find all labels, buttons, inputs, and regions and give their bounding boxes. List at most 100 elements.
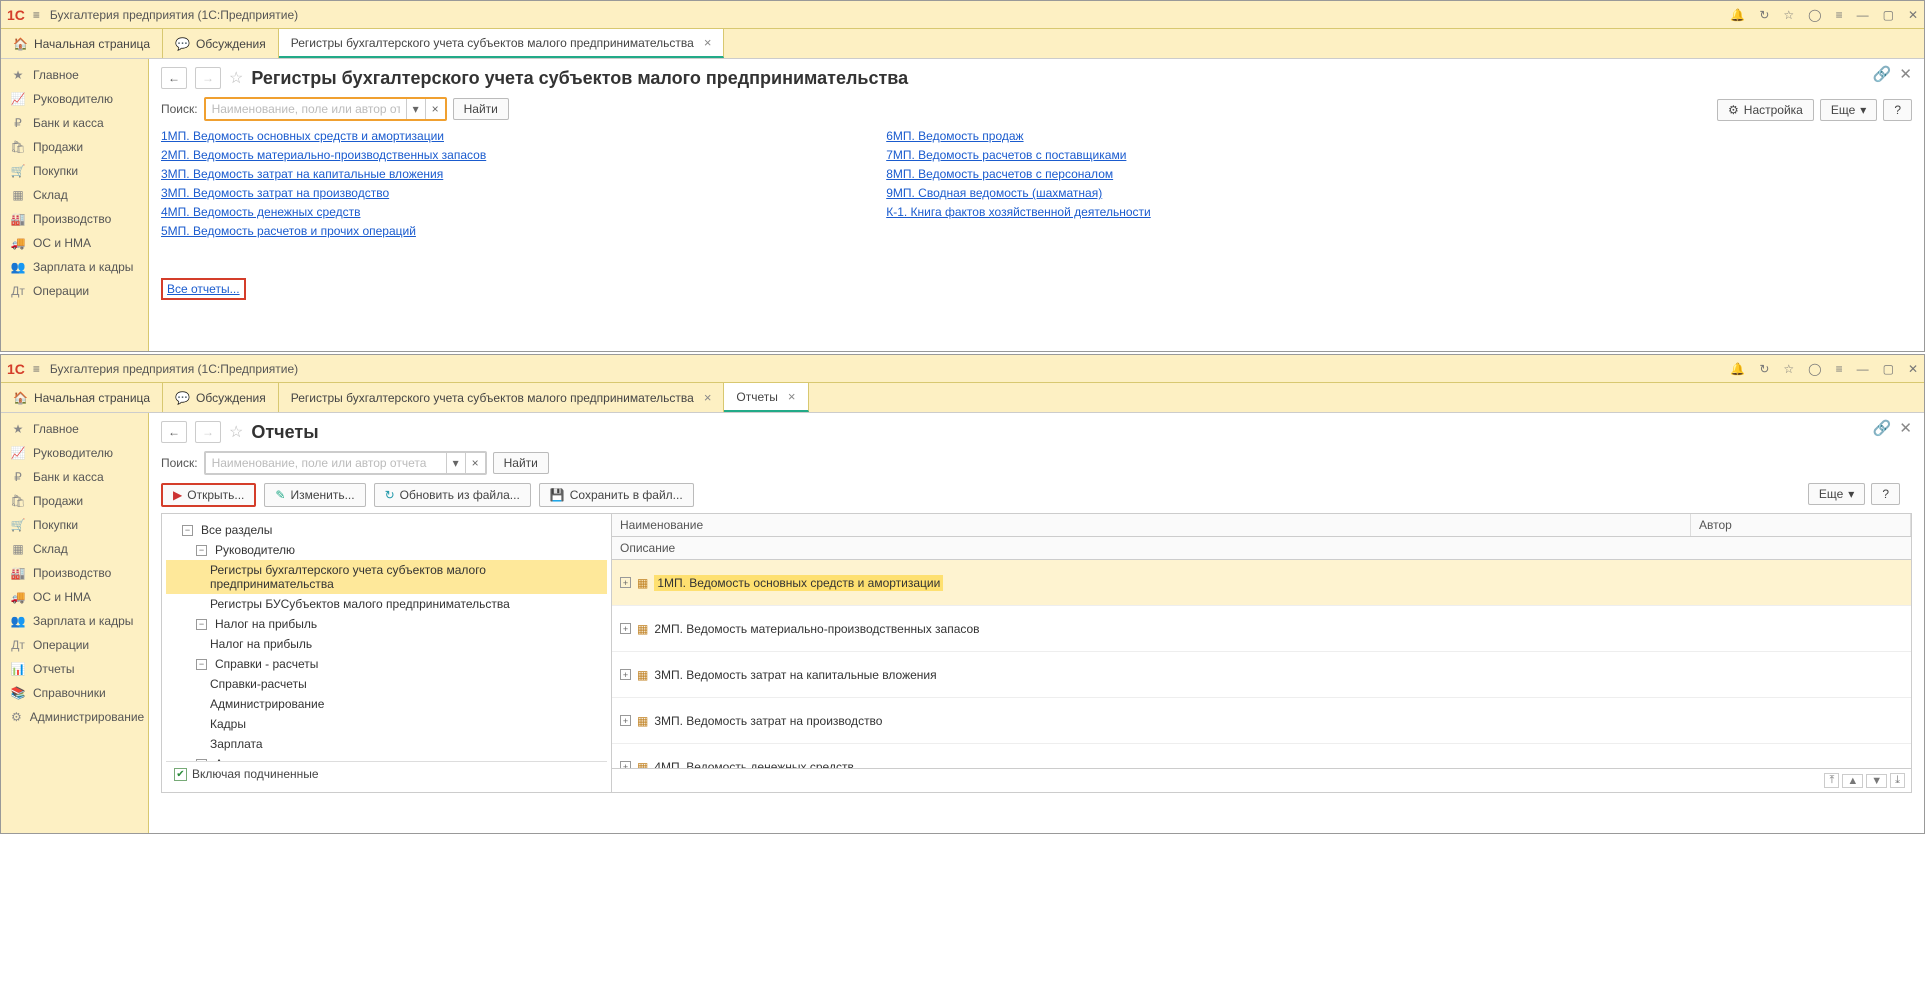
sidebar-item-stock[interactable]: ▦Склад [1, 537, 148, 561]
circle-icon[interactable]: ◯ [1808, 8, 1821, 22]
sidebar-item-salary[interactable]: 👥Зарплата и кадры [1, 609, 148, 633]
open-button[interactable]: ▶Открыть... [161, 483, 256, 507]
forward-button[interactable]: → [195, 421, 221, 443]
sidebar-item-dicts[interactable]: 📚Справочники [1, 681, 148, 705]
report-link[interactable]: 2МП. Ведомость материально-производствен… [161, 148, 486, 162]
col-name[interactable]: Наименование [612, 514, 1691, 536]
all-reports-link[interactable]: Все отчеты... [161, 278, 246, 300]
list-row[interactable]: + ▦ 3МП. Ведомость затрат на капитальные… [612, 652, 1911, 698]
maximize-icon[interactable]: ▢ [1883, 362, 1894, 376]
row-expand-icon[interactable]: + [620, 577, 631, 588]
help-button[interactable]: ? [1871, 483, 1900, 505]
report-link[interactable]: 9МП. Сводная ведомость (шахматная) [886, 186, 1151, 200]
sidebar-item-production[interactable]: 🏭Производство [1, 207, 148, 231]
hamburger-icon[interactable]: ≡ [33, 362, 40, 376]
tab-discussions[interactable]: 💬 Обсуждения [163, 29, 279, 58]
bell-icon[interactable]: 🔔 [1730, 8, 1745, 22]
sidebar-item-admin[interactable]: ⚙Администрирование [1, 705, 148, 729]
report-link[interactable]: К-1. Книга фактов хозяйственной деятельн… [886, 205, 1151, 219]
more-button[interactable]: Еще ▾ [1820, 99, 1877, 121]
row-expand-icon[interactable]: + [620, 715, 631, 726]
close-icon[interactable]: ✕ [1908, 362, 1918, 376]
sidebar-item-assets[interactable]: 🚚ОС и НМА [1, 585, 148, 609]
sidebar-item-main[interactable]: ★Главное [1, 417, 148, 441]
sidebar-item-salary[interactable]: 👥Зарплата и кадры [1, 255, 148, 279]
tree-node-registers[interactable]: Регистры бухгалтерского учета субъектов … [166, 560, 607, 594]
favorite-icon[interactable]: ☆ [229, 422, 243, 442]
close-icon[interactable]: ✕ [1908, 8, 1918, 22]
tab-home[interactable]: 🏠 Начальная страница [1, 29, 163, 58]
tab-registers[interactable]: Регистры бухгалтерского учета субъектов … [279, 383, 725, 412]
history-icon[interactable]: ↻ [1759, 8, 1769, 22]
settings-button[interactable]: ⚙Настройка [1717, 99, 1814, 121]
list-row[interactable]: + ▦ 1МП. Ведомость основных средств и ам… [612, 560, 1911, 606]
sidebar-item-stock[interactable]: ▦Склад [1, 183, 148, 207]
report-link[interactable]: 7МП. Ведомость расчетов с поставщиками [886, 148, 1151, 162]
page-close-icon[interactable]: ✕ [1899, 419, 1912, 437]
back-button[interactable]: ← [161, 421, 187, 443]
find-button[interactable]: Найти [453, 98, 509, 120]
minimize-icon[interactable]: — [1857, 362, 1869, 376]
lines-icon[interactable]: ≡ [1836, 362, 1843, 376]
tree-node-admin2[interactable]: +Администрирование [166, 754, 607, 761]
tab-close-icon[interactable]: × [704, 390, 712, 405]
list-row[interactable]: + ▦ 3МП. Ведомость затрат на производств… [612, 698, 1911, 744]
sidebar-item-manager[interactable]: 📈Руководителю [1, 87, 148, 111]
tree-node-pay[interactable]: Зарплата [166, 734, 607, 754]
list-row[interactable]: + ▦ 2МП. Ведомость материально-производс… [612, 606, 1911, 652]
tree-node-admin1[interactable]: Администрирование [166, 694, 607, 714]
sidebar-item-sales[interactable]: 🛍Продажи [1, 489, 148, 513]
tree-node-tax2[interactable]: Налог на прибыль [166, 634, 607, 654]
circle-icon[interactable]: ◯ [1808, 362, 1821, 376]
page-close-icon[interactable]: ✕ [1899, 65, 1912, 83]
tree-collapse-icon[interactable]: − [196, 619, 207, 630]
sidebar-item-purchases[interactable]: 🛒Покупки [1, 159, 148, 183]
star-icon[interactable]: ☆ [1783, 8, 1794, 22]
save-button[interactable]: 💾Сохранить в файл... [539, 483, 694, 507]
tree-collapse-icon[interactable]: − [196, 545, 207, 556]
forward-button[interactable]: → [195, 67, 221, 89]
sidebar-item-sales[interactable]: 🛍Продажи [1, 135, 148, 159]
tab-home[interactable]: 🏠 Начальная страница [1, 383, 163, 412]
tree-root[interactable]: −Все разделы [166, 520, 607, 540]
tab-close-icon[interactable]: × [704, 35, 712, 50]
tree-collapse-icon[interactable]: − [196, 659, 207, 670]
lines-icon[interactable]: ≡ [1836, 8, 1843, 22]
col-author[interactable]: Автор [1691, 514, 1911, 536]
report-link[interactable]: 3МП. Ведомость затрат на производство [161, 186, 486, 200]
hamburger-icon[interactable]: ≡ [33, 8, 40, 22]
tab-reports[interactable]: Отчеты × [724, 383, 808, 412]
tab-discussions[interactable]: 💬 Обсуждения [163, 383, 279, 412]
scroll-bottom-icon[interactable]: ⤓ [1890, 773, 1905, 788]
sidebar-item-manager[interactable]: 📈Руководителю [1, 441, 148, 465]
sidebar-item-main[interactable]: ★Главное [1, 63, 148, 87]
search-clear-icon[interactable]: × [425, 99, 445, 119]
star-icon[interactable]: ☆ [1783, 362, 1794, 376]
scroll-down-icon[interactable]: ▼ [1866, 774, 1887, 788]
tab-close-icon[interactable]: × [788, 389, 796, 404]
link-icon[interactable]: 🔗 [1873, 65, 1892, 83]
row-expand-icon[interactable]: + [620, 623, 631, 634]
scroll-top-icon[interactable]: ⤒ [1824, 773, 1839, 788]
search-dropdown-icon[interactable]: ▾ [446, 453, 465, 473]
tree-node-refs[interactable]: −Справки - расчеты [166, 654, 607, 674]
include-sub-checkbox[interactable]: ✔ [174, 768, 187, 781]
report-link[interactable]: 5МП. Ведомость расчетов и прочих операци… [161, 224, 486, 238]
report-link[interactable]: 1МП. Ведомость основных средств и аморти… [161, 129, 486, 143]
sidebar-item-reports[interactable]: 📊Отчеты [1, 657, 148, 681]
col-desc[interactable]: Описание [612, 537, 1911, 560]
history-icon[interactable]: ↻ [1759, 362, 1769, 376]
report-link[interactable]: 4МП. Ведомость денежных средств [161, 205, 486, 219]
report-link[interactable]: 3МП. Ведомость затрат на капитальные вло… [161, 167, 486, 181]
sidebar-item-bank[interactable]: ₽Банк и касса [1, 465, 148, 489]
edit-button[interactable]: ✎Изменить... [264, 483, 365, 507]
search-clear-icon[interactable]: × [465, 453, 485, 473]
help-button[interactable]: ? [1883, 99, 1912, 121]
sidebar-item-purchases[interactable]: 🛒Покупки [1, 513, 148, 537]
search-input[interactable] [206, 99, 406, 119]
report-link[interactable]: 8МП. Ведомость расчетов с персоналом [886, 167, 1151, 181]
sidebar-item-assets[interactable]: 🚚ОС и НМА [1, 231, 148, 255]
tree-collapse-icon[interactable]: − [182, 525, 193, 536]
tree-node-tax[interactable]: −Налог на прибыль [166, 614, 607, 634]
find-button[interactable]: Найти [493, 452, 549, 474]
